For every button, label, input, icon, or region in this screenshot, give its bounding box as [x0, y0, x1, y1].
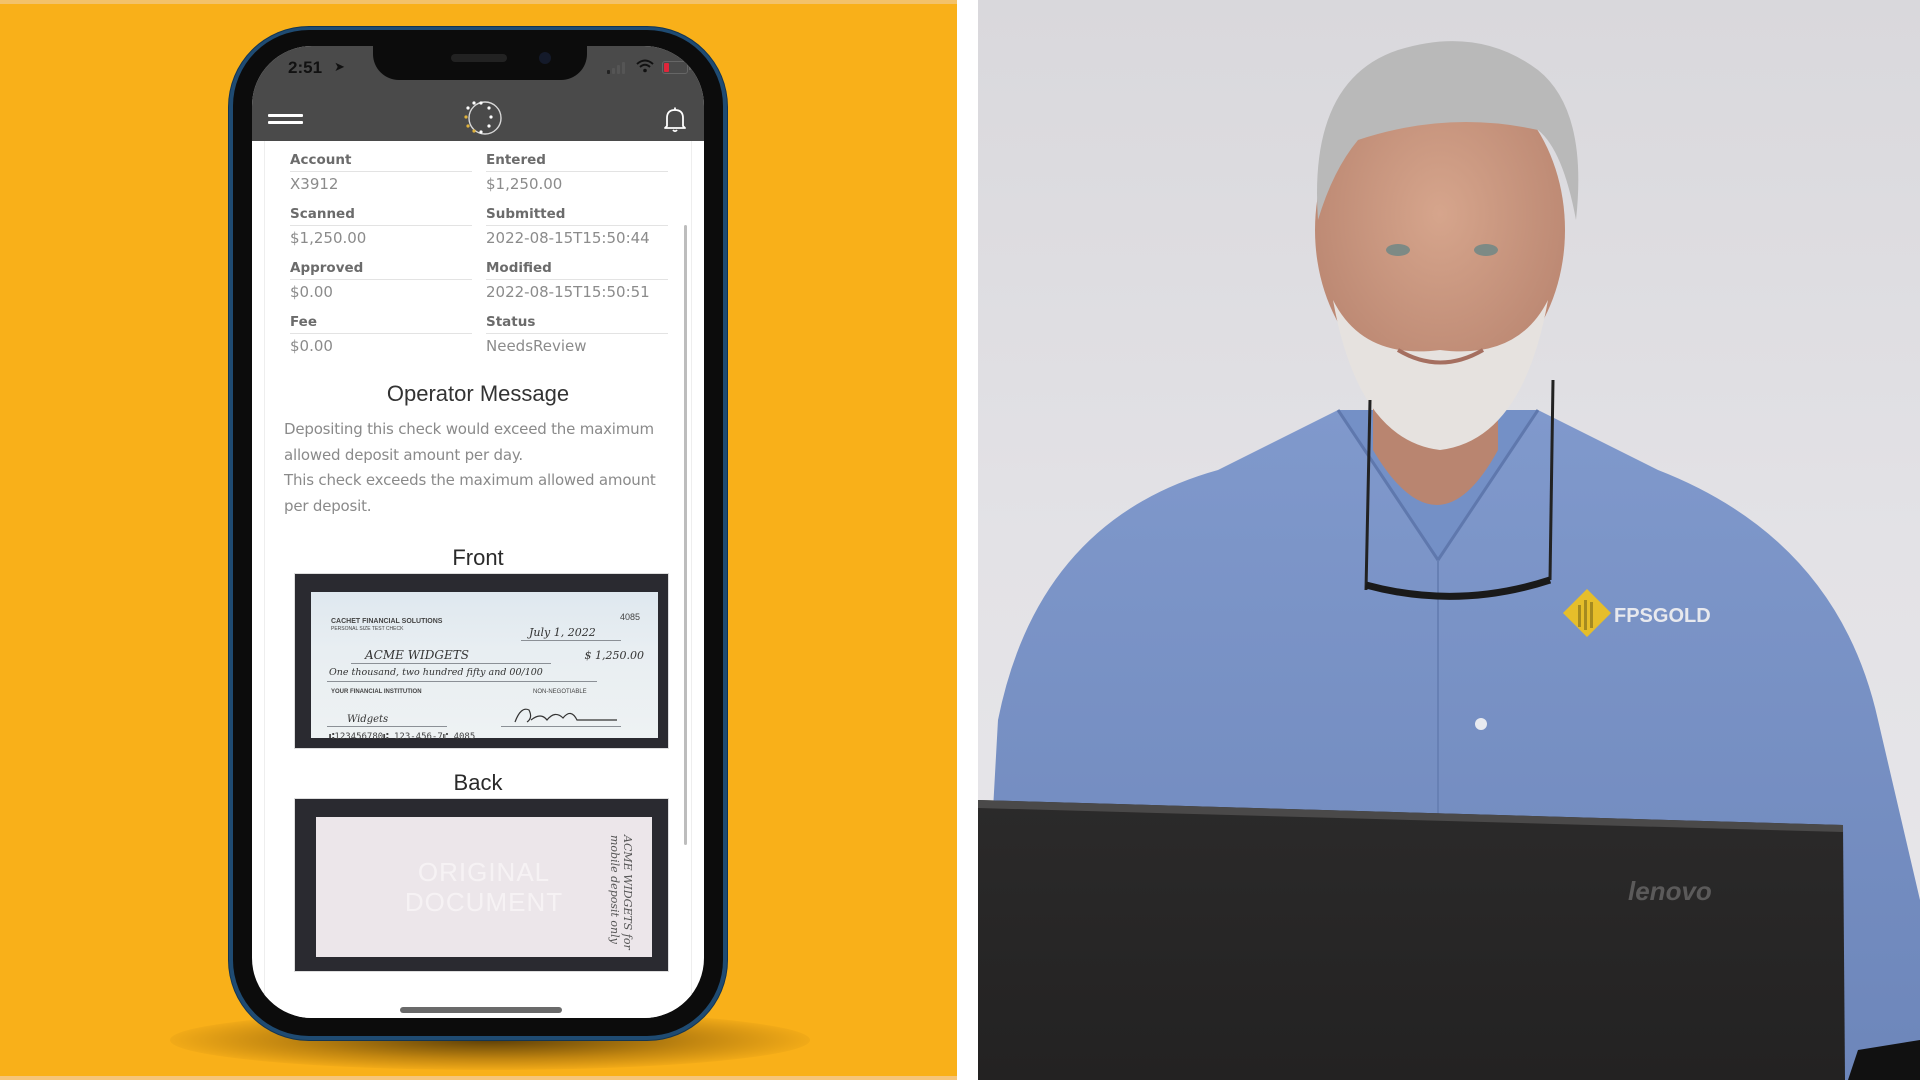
field-status: Status NeedsReview — [486, 314, 668, 357]
field-fee: Fee $0.00 — [290, 314, 472, 357]
operator-message-line: Depositing this check would exceed the m… — [284, 420, 654, 464]
field-value: $1,250.00 — [486, 175, 563, 193]
field-value: $0.00 — [290, 283, 333, 301]
laptop: lenovo — [978, 800, 1845, 1080]
check-front-paper: CACHET FINANCIAL SOLUTIONS PERSONAL SIZE… — [311, 592, 658, 742]
cellular-signal-icon — [607, 62, 629, 74]
check-amount-words: One thousand, two hundred fifty and 00/1… — [329, 667, 543, 678]
status-bar: 2:51 ➤ — [252, 46, 704, 88]
check-endorsement: ACME WIDGETS for mobile deposit only — [608, 835, 634, 950]
back-image-label: Back — [453, 770, 503, 795]
deposit-detail-view[interactable]: Account X3912 Entered $1,250.00 Scanned … — [264, 141, 692, 1018]
field-label: Fee — [290, 314, 472, 334]
field-value: 2022-08-15T15:50:51 — [486, 283, 650, 301]
field-value: $1,250.00 — [290, 229, 367, 247]
hamburger-menu-icon[interactable] — [268, 114, 303, 125]
operator-message-title: Operator Message — [386, 381, 570, 406]
field-label: Account — [290, 152, 472, 172]
phone-notch — [373, 46, 587, 80]
bottom-edge — [0, 1076, 957, 1080]
field-scanned: Scanned $1,250.00 — [290, 206, 472, 249]
field-label: Entered — [486, 152, 668, 172]
app-logo-dots-icon — [464, 101, 502, 135]
check-micr: ⑆123456780⑆ 123-456-7⑈ 4085 — [329, 732, 476, 742]
phone-bezel: 2:51 ➤ Account X3912 Entered $1,250.00 S… — [233, 30, 723, 1036]
presenter-illustration: FPSGOLD lenovo — [978, 41, 1920, 1080]
field-label: Submitted — [486, 206, 668, 226]
field-label: Modified — [486, 260, 668, 280]
check-memo: Widgets — [347, 714, 389, 725]
check-non-negotiable: NON-NEGOTIABLE — [533, 689, 587, 695]
location-arrow-icon: ➤ — [334, 60, 345, 75]
check-company-sub: PERSONAL SIZE TEST CHECK — [331, 626, 404, 632]
field-label: Status — [486, 314, 668, 334]
field-value: $0.00 — [290, 337, 333, 355]
vertical-scrollbar[interactable] — [684, 225, 687, 845]
phone-screen: 2:51 ➤ Account X3912 Entered $1,250.00 S… — [252, 46, 704, 1018]
field-submitted: Submitted 2022-08-15T15:50:44 — [486, 206, 668, 249]
presenter-head — [1315, 41, 1579, 450]
speaker-grille — [451, 54, 507, 62]
home-indicator[interactable] — [400, 1007, 562, 1013]
front-image-label: Front — [452, 545, 504, 570]
field-entered: Entered $1,250.00 — [486, 152, 668, 195]
check-signature — [514, 708, 617, 723]
shirt-logo-text: FPSGOLD — [1614, 605, 1711, 627]
check-date: July 1, 2022 — [529, 626, 596, 639]
check-back-paper: ORIGINAL DOCUMENT ACME WIDGETS for mobil… — [316, 817, 652, 957]
watermark-document: DOCUMENT — [404, 887, 564, 917]
battery-low-icon — [662, 61, 691, 74]
presenter-video-frame: FPSGOLD lenovo — [978, 0, 1920, 1080]
field-label: Approved — [290, 260, 472, 280]
laptop-brand-logo: lenovo — [1628, 876, 1712, 906]
smartphone-mockup: 2:51 ➤ Account X3912 Entered $1,250.00 S… — [229, 27, 727, 1040]
bell-icon[interactable] — [662, 106, 688, 134]
check-number: 4085 — [619, 612, 640, 622]
check-company: CACHET FINANCIAL SOLUTIONS — [331, 618, 443, 625]
panel-divider — [957, 0, 978, 1080]
check-front-image[interactable]: CACHET FINANCIAL SOLUTIONS PERSONAL SIZE… — [294, 573, 669, 749]
field-label: Scanned — [290, 206, 472, 226]
field-modified: Modified 2022-08-15T15:50:51 — [486, 260, 668, 303]
check-payee: ACME WIDGETS — [365, 648, 469, 662]
field-approved: Approved $0.00 — [290, 260, 472, 303]
check-amount: $ 1,250.00 — [584, 649, 644, 662]
operator-message-body: Depositing this check would exceed the m… — [284, 417, 679, 519]
field-value: 2022-08-15T15:50:44 — [486, 229, 650, 247]
wifi-icon — [636, 59, 654, 73]
status-time: 2:51 — [288, 58, 323, 77]
field-account: Account X3912 — [290, 152, 472, 195]
front-camera — [539, 52, 551, 64]
watermark-original: ORIGINAL — [417, 857, 551, 887]
check-back-image[interactable]: ORIGINAL DOCUMENT ACME WIDGETS for mobil… — [294, 798, 669, 972]
status-badge: NeedsReview — [486, 337, 587, 355]
app-header — [252, 88, 704, 141]
operator-message-line: This check exceeds the maximum allowed a… — [284, 471, 656, 515]
field-value: X3912 — [290, 175, 339, 193]
top-edge — [0, 0, 957, 4]
check-bank: YOUR FINANCIAL INSTITUTION — [331, 689, 422, 695]
